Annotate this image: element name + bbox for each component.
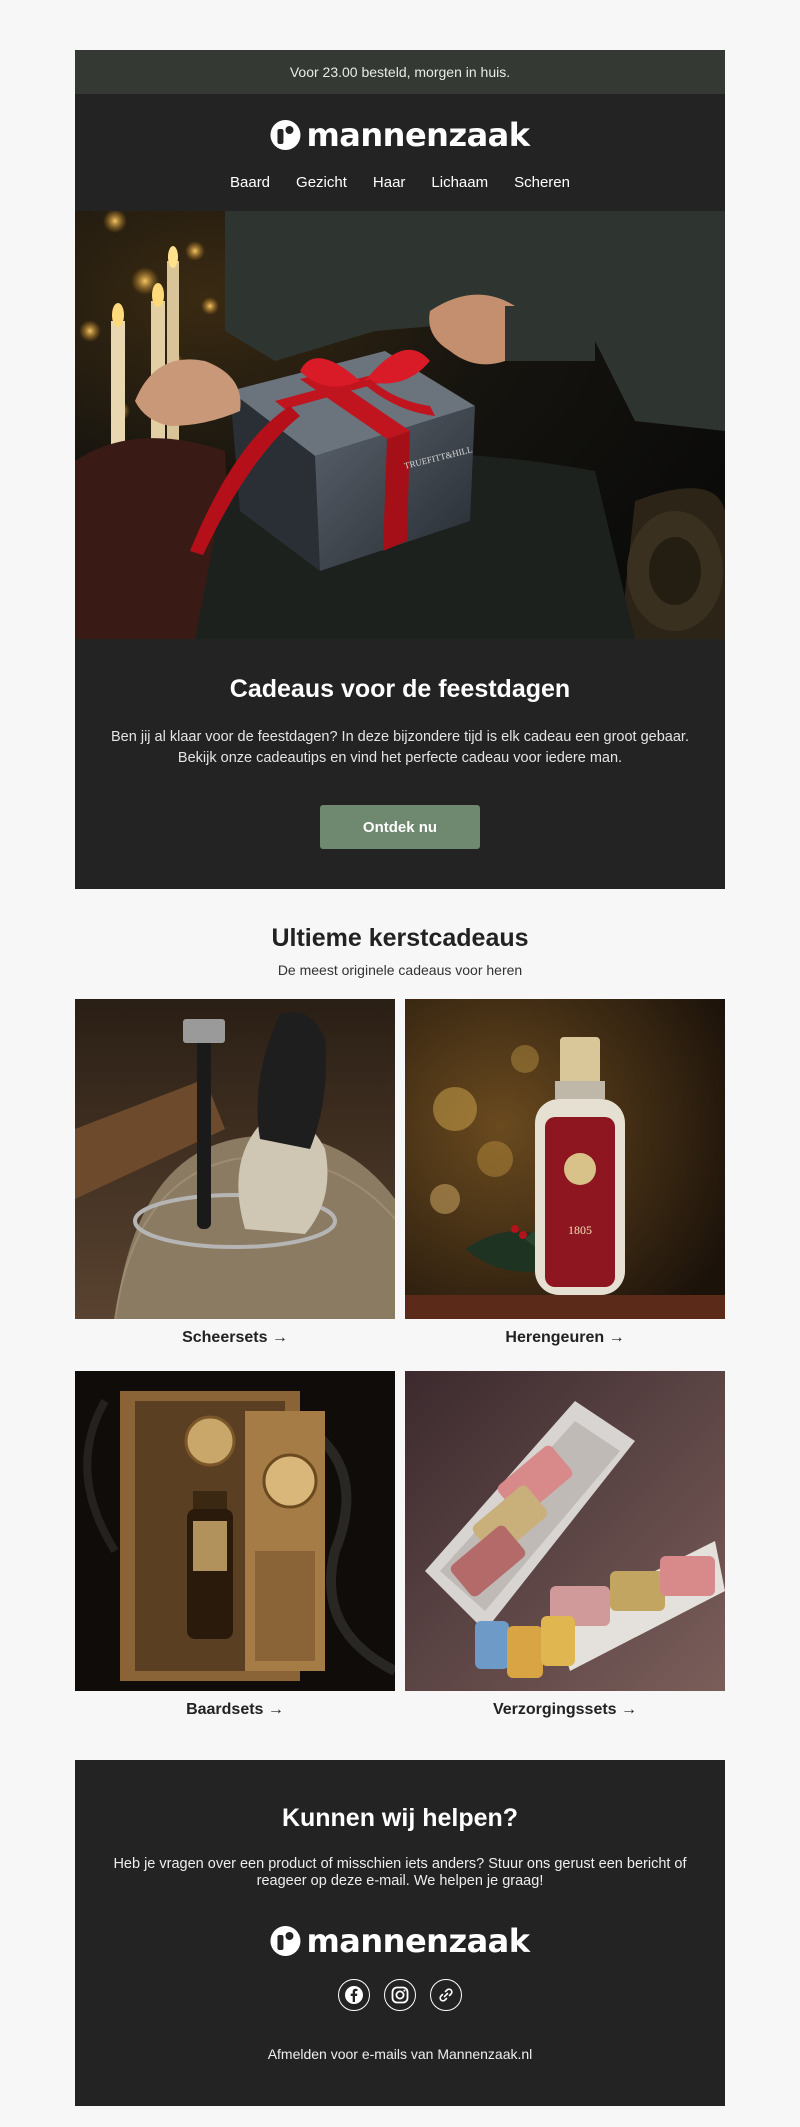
instagram-icon[interactable] <box>384 1979 416 2011</box>
tile-image-herengeuren[interactable]: 1805 <box>405 999 725 1319</box>
gifts-subtitle: De meest originele cadeaus voor heren <box>277 962 523 978</box>
tile-image-scheersets[interactable] <box>75 999 395 1319</box>
unsubscribe-link[interactable]: Afmelden voor e-mails van Mannenzaak.nl <box>75 2046 725 2062</box>
facebook-icon[interactable] <box>338 1979 370 2011</box>
intro-text: Ben jij al klaar voor de feestdagen? In … <box>111 729 689 766</box>
nav-item-lichaam[interactable]: Lichaam <box>431 174 488 191</box>
main-nav: Baard Gezicht Haar Lichaam Scheren <box>75 174 725 191</box>
tile-image-verzorgingssets[interactable] <box>405 1371 725 1691</box>
tile-label-baardsets[interactable]: Baardsets → <box>75 1701 395 1719</box>
nav-item-baard[interactable]: Baard <box>230 174 270 191</box>
tile-label-verzorgingssets[interactable]: Verzorgingssets → <box>405 1701 725 1719</box>
nav-item-gezicht[interactable]: Gezicht <box>296 174 347 191</box>
hero-image[interactable]: TRUEFITT&HILL <box>75 211 725 639</box>
link-icon[interactable] <box>430 1979 462 2011</box>
tile-label-herengeuren[interactable]: Herengeuren → <box>405 1329 725 1347</box>
help-title: Kunnen wij helpen? <box>281 1804 519 1832</box>
tile-label-scheersets[interactable]: Scheersets → <box>75 1329 395 1347</box>
intro-section: Cadeaus voor de feestdagen Ben jij al kl… <box>75 639 725 889</box>
bottle-text: 1805 <box>568 1223 592 1237</box>
help-text: Heb je vragen over een product of missch… <box>113 1856 687 1889</box>
nav-item-scheren[interactable]: Scheren <box>514 174 570 191</box>
tile-image-baardsets[interactable] <box>75 1371 395 1691</box>
intro-title: Cadeaus voor de feestdagen <box>229 675 571 703</box>
logo-mark-icon <box>270 1926 301 1956</box>
header: mannenzaak Baard Gezicht Haar Lichaam Sc… <box>75 94 725 211</box>
social-links <box>75 1979 725 2011</box>
logo-text: mannenzaak <box>306 1922 530 1960</box>
help-section: Kunnen wij helpen? Heb je vragen over ee… <box>75 1760 725 2106</box>
nav-item-haar[interactable]: Haar <box>373 174 406 191</box>
logo-mark-icon <box>270 120 301 150</box>
shipping-banner: Voor 23.00 besteld, morgen in huis. <box>75 50 725 94</box>
discover-button[interactable]: Ontdek nu <box>320 805 480 849</box>
logo[interactable]: mannenzaak <box>270 116 530 154</box>
gifts-title: Ultieme kerstcadeaus <box>271 924 529 952</box>
footer-logo[interactable]: mannenzaak <box>270 1922 530 1960</box>
logo-text: mannenzaak <box>306 116 530 154</box>
shipping-text: Voor 23.00 besteld, morgen in huis. <box>289 64 511 80</box>
